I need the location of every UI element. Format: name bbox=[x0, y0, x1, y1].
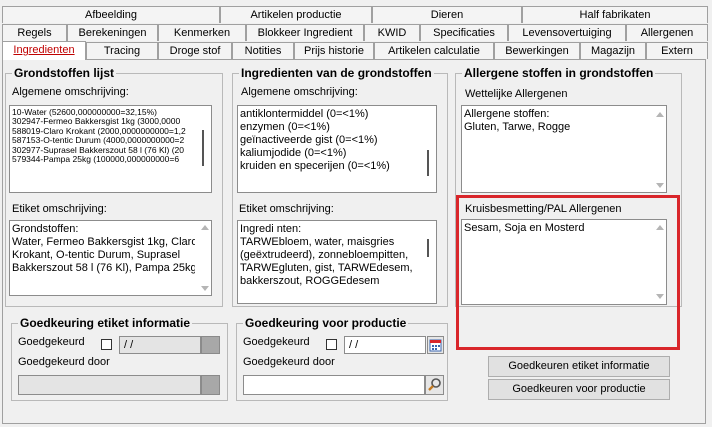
tab-kenmerken[interactable]: Kenmerken bbox=[158, 24, 246, 41]
grondstoffen-title: Grondstoffen lijst bbox=[12, 66, 116, 80]
goedgekeurd-door-label: Goedgekeurd door bbox=[243, 356, 335, 368]
grondstoffen-etiket-text[interactable]: Grondstoffen: Water, Fermeo Bakkersgist … bbox=[9, 220, 212, 296]
list-item[interactable]: geïnactiveerde gist (0=<1%) bbox=[240, 134, 422, 147]
tab-tracing[interactable]: Tracing bbox=[86, 42, 158, 59]
goedgekeurd-checkbox[interactable] bbox=[326, 339, 337, 350]
tab-prijs-historie[interactable]: Prijs historie bbox=[294, 42, 374, 59]
list-item[interactable]: 302947-Fermeo Bakkersgist 1kg (3000,0000 bbox=[12, 117, 197, 126]
scroll-down-arrow[interactable] bbox=[201, 286, 209, 291]
scroll-up-arrow[interactable] bbox=[201, 225, 209, 230]
goedkeuring-productie-title: Goedkeuring voor productie bbox=[243, 316, 409, 330]
tab-bewerkingen[interactable]: Bewerkingen bbox=[494, 42, 580, 59]
list-item[interactable]: antiklontermiddel (0=<1%) bbox=[240, 108, 422, 121]
goedgekeurd-door-label: Goedgekeurd door bbox=[18, 356, 110, 368]
wettelijke-allergenen-label: Wettelijke Allergenen bbox=[465, 88, 568, 100]
tab-artikelen-productie[interactable]: Artikelen productie bbox=[220, 6, 372, 23]
scroll-thumb[interactable] bbox=[427, 239, 429, 257]
list-item[interactable]: enzymen (0=<1%) bbox=[240, 121, 422, 134]
tab-notities[interactable]: Notities bbox=[232, 42, 294, 59]
tab-droge-stof[interactable]: Droge stof bbox=[158, 42, 232, 59]
grondstoffen-list[interactable]: 10-Water (52600,000000000=32,15%) 302947… bbox=[9, 105, 212, 193]
ingredienten-list[interactable]: antiklontermiddel (0=<1%) enzymen (0=<1%… bbox=[237, 105, 437, 193]
tab-ingredienten[interactable]: Ingredienten bbox=[2, 41, 86, 60]
ingredienten-etiket-text[interactable]: Ingredi nten: TARWEbloem, water, maisgri… bbox=[237, 220, 437, 304]
scroll-down-arrow[interactable] bbox=[656, 183, 664, 188]
tab-blokkeer-ingredient[interactable]: Blokkeer Ingredient bbox=[246, 24, 364, 41]
approve-production-button[interactable]: Goedkeuren voor productie bbox=[488, 379, 670, 400]
tab-magazijn[interactable]: Magazijn bbox=[580, 42, 646, 59]
list-item[interactable]: kaliumjodide (0=<1%) bbox=[240, 147, 422, 160]
goedgekeurd-checkbox[interactable] bbox=[101, 339, 112, 350]
search-icon[interactable] bbox=[425, 375, 444, 395]
list-item[interactable]: 587153-O-tentic Durum (4000,0000000000=2 bbox=[12, 136, 197, 145]
goedgekeurd-label: Goedgekeurd bbox=[18, 336, 85, 348]
tab-kwid[interactable]: KWID bbox=[364, 24, 420, 41]
ingredienten-title: Ingredienten van de grondstoffen bbox=[239, 66, 434, 80]
ingredienten-label-desc: Etiket omschrijving: bbox=[239, 203, 334, 215]
tab-extern[interactable]: Extern bbox=[646, 42, 708, 59]
grondstoffen-general-label: Algemene omschrijving: bbox=[12, 86, 129, 98]
goedgekeurd-door-field[interactable] bbox=[18, 375, 201, 395]
list-item[interactable]: 302977-Suprasel Bakkerszout 58 l (76 Kl)… bbox=[12, 146, 197, 155]
goedgekeurd-date[interactable]: / / bbox=[119, 336, 201, 354]
tab-levensovertuiging[interactable]: Levensovertuiging bbox=[508, 24, 626, 41]
tab-half-fabrikaten[interactable]: Half fabrikaten bbox=[522, 6, 708, 23]
wettelijke-allergenen-text[interactable]: Allergene stoffen: Gluten, Tarwe, Rogge bbox=[461, 105, 667, 193]
goedgekeurd-label: Goedgekeurd bbox=[243, 336, 310, 348]
scroll-up-arrow[interactable] bbox=[656, 112, 664, 117]
lookup-button[interactable] bbox=[201, 375, 220, 395]
ingredienten-general-label: Algemene omschrijving: bbox=[241, 86, 358, 98]
allergenen-scrollbar[interactable] bbox=[653, 106, 666, 192]
calendar-icon[interactable] bbox=[427, 336, 444, 354]
tab-berekeningen[interactable]: Berekeningen bbox=[67, 24, 158, 41]
list-item[interactable]: 588019-Claro Krokant (2000,0000000000=1,… bbox=[12, 127, 197, 136]
date-picker-button[interactable] bbox=[201, 336, 220, 354]
scroll-thumb[interactable] bbox=[202, 130, 204, 166]
scroll-thumb[interactable] bbox=[427, 150, 429, 176]
tab-regels[interactable]: Regels bbox=[2, 24, 67, 41]
tab-afbeelding[interactable]: Afbeelding bbox=[2, 6, 220, 23]
allergenen-title: Allergene stoffen in grondstoffen bbox=[462, 66, 656, 80]
tab-artikelen-calculatie[interactable]: Artikelen calculatie bbox=[374, 42, 494, 59]
list-item[interactable]: 10-Water (52600,000000000=32,15%) bbox=[12, 108, 197, 117]
ingredienten-etiket-scrollbar[interactable] bbox=[423, 221, 436, 303]
highlight-box bbox=[456, 195, 680, 350]
grondstoffen-scrollbar[interactable] bbox=[198, 106, 211, 192]
approve-label-info-button[interactable]: Goedkeuren etiket informatie bbox=[488, 356, 670, 377]
tab-specificaties[interactable]: Specificaties bbox=[420, 24, 508, 41]
grondstoffen-label-desc: Etiket omschrijving: bbox=[12, 203, 107, 215]
goedgekeurd-door-field[interactable] bbox=[243, 375, 425, 395]
tab-allergenen[interactable]: Allergenen bbox=[626, 24, 708, 41]
ingredienten-scrollbar[interactable] bbox=[423, 106, 436, 192]
etiket-scrollbar[interactable] bbox=[198, 221, 211, 295]
goedgekeurd-date[interactable]: / / bbox=[344, 336, 426, 354]
tab-dieren[interactable]: Dieren bbox=[372, 6, 522, 23]
list-item[interactable]: kruiden en specerijen (0=<1%) bbox=[240, 160, 422, 173]
list-item[interactable]: 579344-Pampa 25kg (100000,000000000=6 bbox=[12, 155, 197, 164]
goedkeuring-etiket-title: Goedkeuring etiket informatie bbox=[18, 316, 193, 330]
